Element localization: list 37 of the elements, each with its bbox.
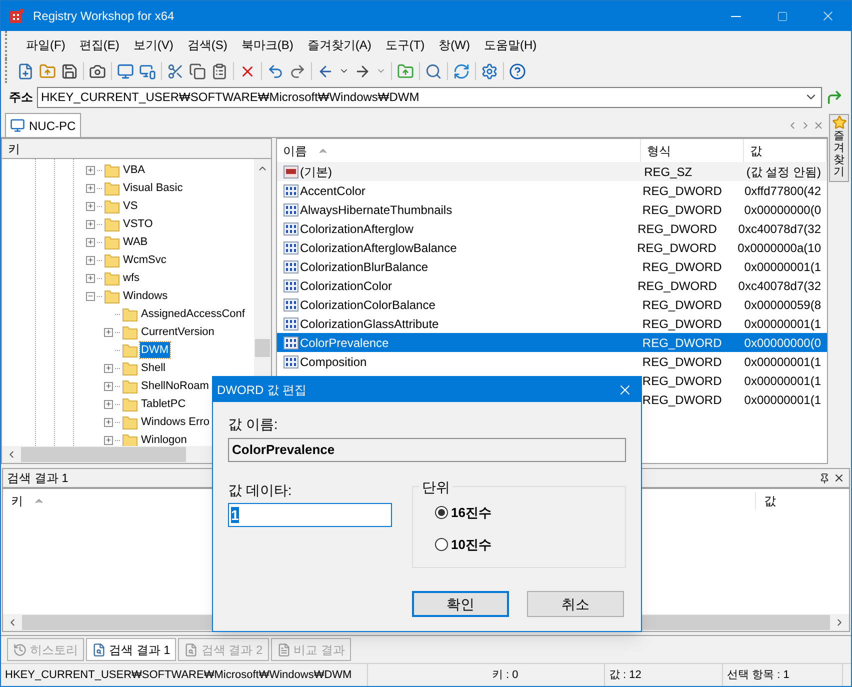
table-cell-text: REG_DWORD — [641, 202, 723, 218]
field-label: 값 데이타: — [228, 481, 293, 500]
table-cell-text: 0x00000001(1 — [743, 372, 822, 390]
table-cell-text: 0xffd77800(42 — [743, 182, 822, 200]
table-cell-text: REG_DWORD — [641, 392, 723, 408]
table-cell-text: 0x00000001(1 — [743, 392, 822, 408]
table-cell-text: REG_DWORD — [641, 354, 723, 370]
table-cell-text: 0x0000000a(10 — [736, 240, 822, 256]
address-label: 주소 — [9, 89, 33, 106]
table-cell-text: REG_SZ — [643, 164, 694, 180]
table-cell-text: 0x00000001(1 — [743, 316, 822, 332]
table-cell-text: REG_DWORD — [636, 278, 718, 294]
dialog-title: DWORD 값 편집 — [217, 382, 306, 398]
table-cell-text: REG_DWORD — [641, 316, 723, 332]
table-cell-text: REG_DWORD — [636, 220, 718, 238]
status-text: 키 : 0 — [488, 664, 605, 686]
table-cell-text: REG_DWORD — [641, 334, 723, 352]
table-cell-text: REG_DWORD — [641, 372, 723, 390]
table-cell-text: 0x00000000(0 — [743, 334, 822, 352]
field-label: 값 이름: — [228, 415, 279, 434]
window-title: Registry Workshop for x64 — [33, 8, 174, 25]
status-text: HKEY_CURRENT_USER₩SOFTWARE₩Microsoft₩Windows₩DWM — [1, 664, 368, 686]
table-cell-text: 0x00000001(1 — [743, 354, 822, 370]
status-text: 선택 항목 : 1 — [723, 664, 843, 686]
table-cell-text: 0xc40078d7(32 — [737, 278, 822, 294]
status-text: 값 : 12 — [605, 664, 723, 686]
name-field: ColorPrevalence — [228, 438, 626, 462]
table-cell-text: 0x00000001(1 — [743, 258, 822, 276]
table-cell-text: REG_DWORD — [642, 182, 723, 200]
table-cell-text: 0xc40078d7(32 — [737, 220, 822, 238]
table-cell-text: REG_DWORD — [641, 296, 723, 314]
table-cell-text: 0x00000059(8 — [743, 296, 822, 314]
table-cell-text: 0x00000000(0 — [743, 202, 822, 218]
table-cell-text: REG_DWORD — [636, 240, 718, 256]
table-cell-text: REG_DWORD — [641, 258, 723, 276]
table-cell-text: (값 설정 안됨) — [745, 164, 822, 180]
panel-title: 검색 결과 1 — [7, 470, 68, 487]
